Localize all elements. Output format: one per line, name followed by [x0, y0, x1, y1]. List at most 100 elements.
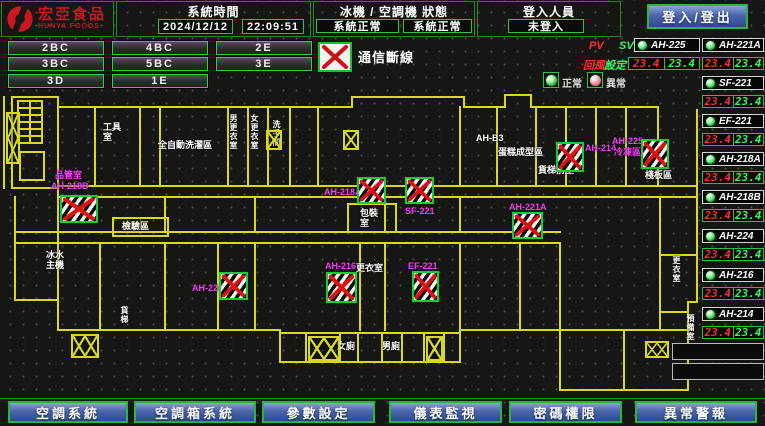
unit-values-ah-225: 23.423.4	[628, 57, 700, 70]
unit-values-ah-221a: 23.423.4	[702, 57, 764, 70]
unit-sv-value: 23.4	[734, 96, 764, 107]
unit-values-ah-214: 23.423.4	[702, 326, 764, 339]
comm-loss-label: 通信斷線	[358, 47, 414, 66]
unit-pv-value: 23.4	[703, 134, 734, 145]
abnormal-led-box	[587, 72, 603, 88]
system-date-value: 2024/12/12	[158, 19, 233, 34]
nav-button-6[interactable]: 異常警報	[635, 401, 757, 423]
pv-label: PV	[589, 40, 604, 52]
unit-sv-value: 23.4	[734, 58, 764, 69]
unit-name: AH-218A	[719, 154, 761, 165]
nav-button-3[interactable]: 參數設定	[262, 401, 375, 423]
room-label: 更衣室	[356, 263, 383, 273]
floor-button-3d[interactable]: 3D	[8, 74, 104, 88]
unit-sv-value: 23.4	[734, 288, 764, 299]
unit-pv-value: 23.4	[703, 327, 734, 338]
unit-pv-value: 23.4	[703, 58, 734, 69]
unit-values-ah-224: 23.423.4	[702, 248, 764, 261]
floor-button-4bc[interactable]: 4BC	[112, 41, 208, 55]
unit-pv-value: 23.4	[629, 58, 665, 69]
sv-label: SV	[619, 40, 634, 52]
unit-led-icon	[705, 78, 716, 89]
alarm-icon-ah-224[interactable]	[219, 272, 248, 300]
unit-title-ah-225[interactable]: AH-225	[634, 38, 700, 52]
unit-title-ah-218a[interactable]: AH-218A	[702, 152, 764, 166]
logo-panel: 宏亞食品 HUNYA FOODS	[1, 1, 114, 37]
room-label: 工具室	[103, 122, 127, 142]
alarm-icon-ef-221[interactable]	[412, 271, 439, 302]
system-time-label: 系統時間	[116, 3, 311, 20]
brand-text: 宏亞食品 HUNYA FOODS	[38, 7, 106, 31]
login-logout-button[interactable]: 登入/登出	[647, 4, 748, 29]
floor-button-2bc[interactable]: 2BC	[8, 41, 104, 55]
unit-pv-value: 23.4	[703, 172, 734, 183]
equipment-label: AH-225	[612, 136, 643, 146]
nav-button-5[interactable]: 密碼權限	[509, 401, 622, 423]
unit-title-ah-214[interactable]: AH-214	[702, 307, 764, 321]
alarm-icon-ah-221a[interactable]	[512, 212, 543, 239]
unit-pv-value: 23.4	[703, 288, 734, 299]
abnormal-legend-label: 異常	[606, 75, 626, 90]
unit-sv-value: 23.4	[734, 134, 764, 145]
comm-loss-icon	[318, 42, 352, 72]
alarm-icon-ah-225[interactable]	[641, 139, 669, 169]
nav-button-4[interactable]: 儀表監視	[389, 401, 502, 423]
brand-name: 宏亞食品	[38, 7, 106, 23]
unit-pv-value: 23.4	[703, 96, 734, 107]
unit-sv-value: 23.4	[734, 210, 764, 221]
unit-name: AH-218B	[719, 192, 761, 203]
room-label: 男更衣室	[228, 114, 238, 150]
nav-button-1[interactable]: 空調系統	[8, 401, 128, 423]
unit-title-ah-216[interactable]: AH-216	[702, 268, 764, 282]
room-label: 棧板區	[645, 170, 672, 180]
unit-name: AH-216	[719, 270, 753, 281]
normal-led-icon	[545, 74, 558, 87]
floor-button-3bc[interactable]: 3BC	[8, 57, 104, 71]
floor-button-5bc[interactable]: 5BC	[112, 57, 208, 71]
room-label: 更衣室	[671, 256, 681, 283]
room-label: AH-B3	[476, 133, 504, 143]
unit-led-icon	[705, 40, 716, 51]
unit-empty-slot	[672, 363, 764, 380]
hmi-screen: 宏亞食品 HUNYA FOODS 系統時間 2024/12/12 22:09:5…	[0, 0, 765, 426]
unit-sv-value: 23.4	[665, 58, 700, 69]
floor-button-1e[interactable]: 1E	[112, 74, 208, 88]
unit-title-ah-224[interactable]: AH-224	[702, 229, 764, 243]
unit-name: AH-221A	[719, 40, 761, 51]
unit-led-icon	[705, 309, 716, 320]
unit-title-ah-221a[interactable]: AH-221A	[702, 38, 764, 52]
equipment-label: AH-221A	[509, 202, 547, 212]
equipment-label: SF-221	[405, 206, 435, 216]
unit-pv-value: 23.4	[703, 249, 734, 260]
unit-title-sf-221[interactable]: SF-221	[702, 76, 764, 90]
nav-button-2[interactable]: 空調箱系統	[134, 401, 256, 423]
unit-led-icon	[705, 154, 716, 165]
unit-title-ah-218b[interactable]: AH-218B	[702, 190, 764, 204]
unit-name: AH-225	[651, 40, 685, 51]
unit-title-ef-221[interactable]: EF-221	[702, 114, 764, 128]
alarm-icon-ah-218a[interactable]	[357, 177, 386, 204]
unit-sv-value: 23.4	[734, 327, 764, 338]
unit-values-ef-221: 23.423.4	[702, 133, 764, 146]
equipment-label: AH-218A	[324, 187, 362, 197]
alarm-icon-sf-221[interactable]	[405, 177, 434, 204]
unit-led-icon	[705, 116, 716, 127]
chiller-status-value: 系統正常	[316, 19, 399, 33]
alarm-icon-ah-216[interactable]	[326, 272, 357, 303]
unit-name: AH-214	[719, 309, 753, 320]
elevator-icon	[308, 336, 340, 361]
elevator-icon	[426, 336, 443, 361]
unit-values-ah-216: 23.423.4	[702, 287, 764, 300]
normal-legend-label: 正常	[562, 75, 582, 90]
unit-led-icon	[705, 231, 716, 242]
floor-button-2e[interactable]: 2E	[216, 41, 312, 55]
ac-status-value: 系統正常	[403, 19, 472, 33]
brand-name-en: HUNYA FOODS	[38, 23, 106, 31]
login-user-value: 未登入	[508, 19, 584, 33]
alarm-icon-ah-214[interactable]	[556, 142, 584, 172]
floor-button-3e[interactable]: 3E	[216, 57, 312, 71]
setpoint-label: 設定	[604, 57, 626, 73]
alarm-icon-ah-218b[interactable]	[60, 195, 98, 223]
unit-values-ah-218b: 23.423.4	[702, 209, 764, 222]
equipment-label: AH-218B	[51, 181, 89, 191]
